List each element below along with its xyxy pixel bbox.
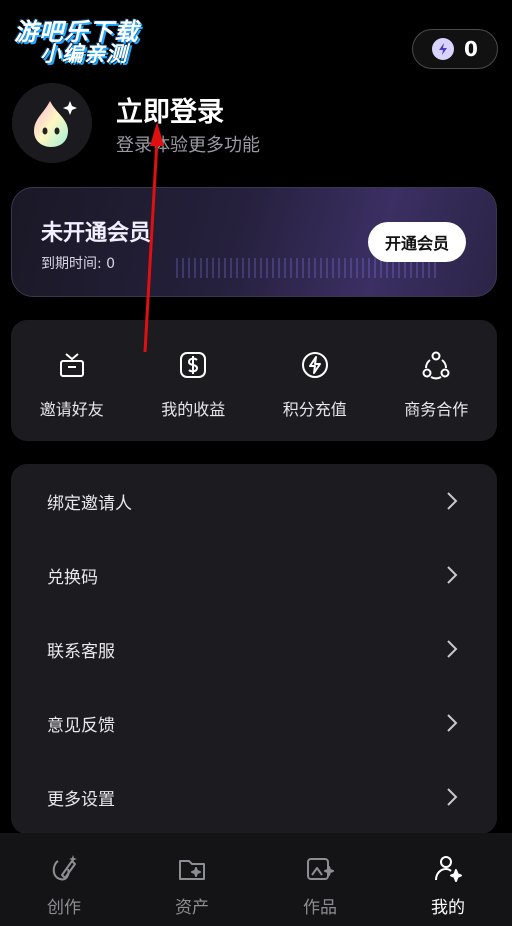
cooperation-icon	[422, 351, 450, 380]
menu-item-contact-support[interactable]: 联系客服	[11, 612, 497, 686]
tab-label: 我的	[431, 898, 465, 918]
quick-actions-panel: 邀请好友 我的收益 积分充值 商务合作	[11, 320, 497, 441]
droplet-mascot-icon	[34, 101, 77, 147]
profile-icon	[435, 856, 462, 882]
assets-icon	[179, 860, 205, 880]
gift-icon	[59, 353, 84, 377]
avatar[interactable]	[12, 83, 92, 163]
action-label: 积分充值	[282, 400, 347, 419]
chevron-right-icon	[447, 788, 458, 806]
works-icon	[307, 858, 334, 880]
login-title[interactable]: 立即登录	[116, 90, 224, 129]
vip-status-title: 未开通会员	[41, 221, 152, 246]
menu-item-label: 联系客服	[47, 641, 115, 662]
points-value: 0	[464, 37, 478, 61]
menu-item-label: 更多设置	[47, 789, 115, 810]
vip-card: 未开通会员 到期时间: 0 开通会员	[11, 187, 497, 297]
menu-item-label: 兑换码	[47, 567, 98, 588]
chevron-right-icon	[447, 640, 458, 658]
chevron-right-icon	[447, 566, 458, 584]
business-cooperation-button[interactable]: 商务合作	[376, 320, 498, 441]
settings-list: 绑定邀请人 兑换码 联系客服 意见反馈 更多设置	[11, 464, 497, 834]
menu-item-bind-inviter[interactable]: 绑定邀请人	[11, 464, 497, 538]
chevron-right-icon	[447, 492, 458, 510]
tab-profile[interactable]: 我的	[384, 833, 512, 926]
invite-friends-button[interactable]: 邀请好友	[11, 320, 133, 441]
login-subtitle[interactable]: 登录体验更多功能	[116, 131, 260, 157]
points-recharge-button[interactable]: 积分充值	[254, 320, 376, 441]
menu-item-redeem-code[interactable]: 兑换码	[11, 538, 497, 612]
tab-assets[interactable]: 资产	[128, 833, 256, 926]
tab-label: 资产	[175, 898, 209, 918]
tab-create[interactable]: 创作	[0, 833, 128, 926]
my-earnings-button[interactable]: 我的收益	[133, 320, 255, 441]
lightning-icon	[432, 38, 455, 60]
points-balance-button[interactable]: 0	[412, 29, 498, 69]
menu-item-label: 意见反馈	[47, 715, 115, 736]
vip-expire-text: 到期时间: 0	[41, 256, 116, 272]
open-vip-button[interactable]: 开通会员	[368, 222, 466, 262]
chevron-right-icon	[447, 714, 458, 732]
create-icon	[52, 855, 77, 881]
menu-item-feedback[interactable]: 意见反馈	[11, 686, 497, 760]
action-label: 商务合作	[404, 400, 469, 419]
tab-label: 作品	[303, 898, 337, 918]
action-label: 我的收益	[161, 400, 226, 419]
watermark-logo: 游吧乐下载 小编亲测	[8, 10, 148, 66]
tab-works[interactable]: 作品	[256, 833, 384, 926]
bottom-tab-bar: 创作 资产 作品 我的	[0, 833, 512, 926]
dollar-icon	[180, 352, 207, 378]
watermark-line-2: 小编亲测	[40, 42, 128, 66]
lightning-circle-icon	[301, 352, 328, 378]
tab-label: 创作	[47, 898, 81, 918]
action-label: 邀请好友	[39, 400, 104, 419]
menu-item-more-settings[interactable]: 更多设置	[11, 760, 497, 834]
menu-item-label: 绑定邀请人	[47, 493, 132, 514]
